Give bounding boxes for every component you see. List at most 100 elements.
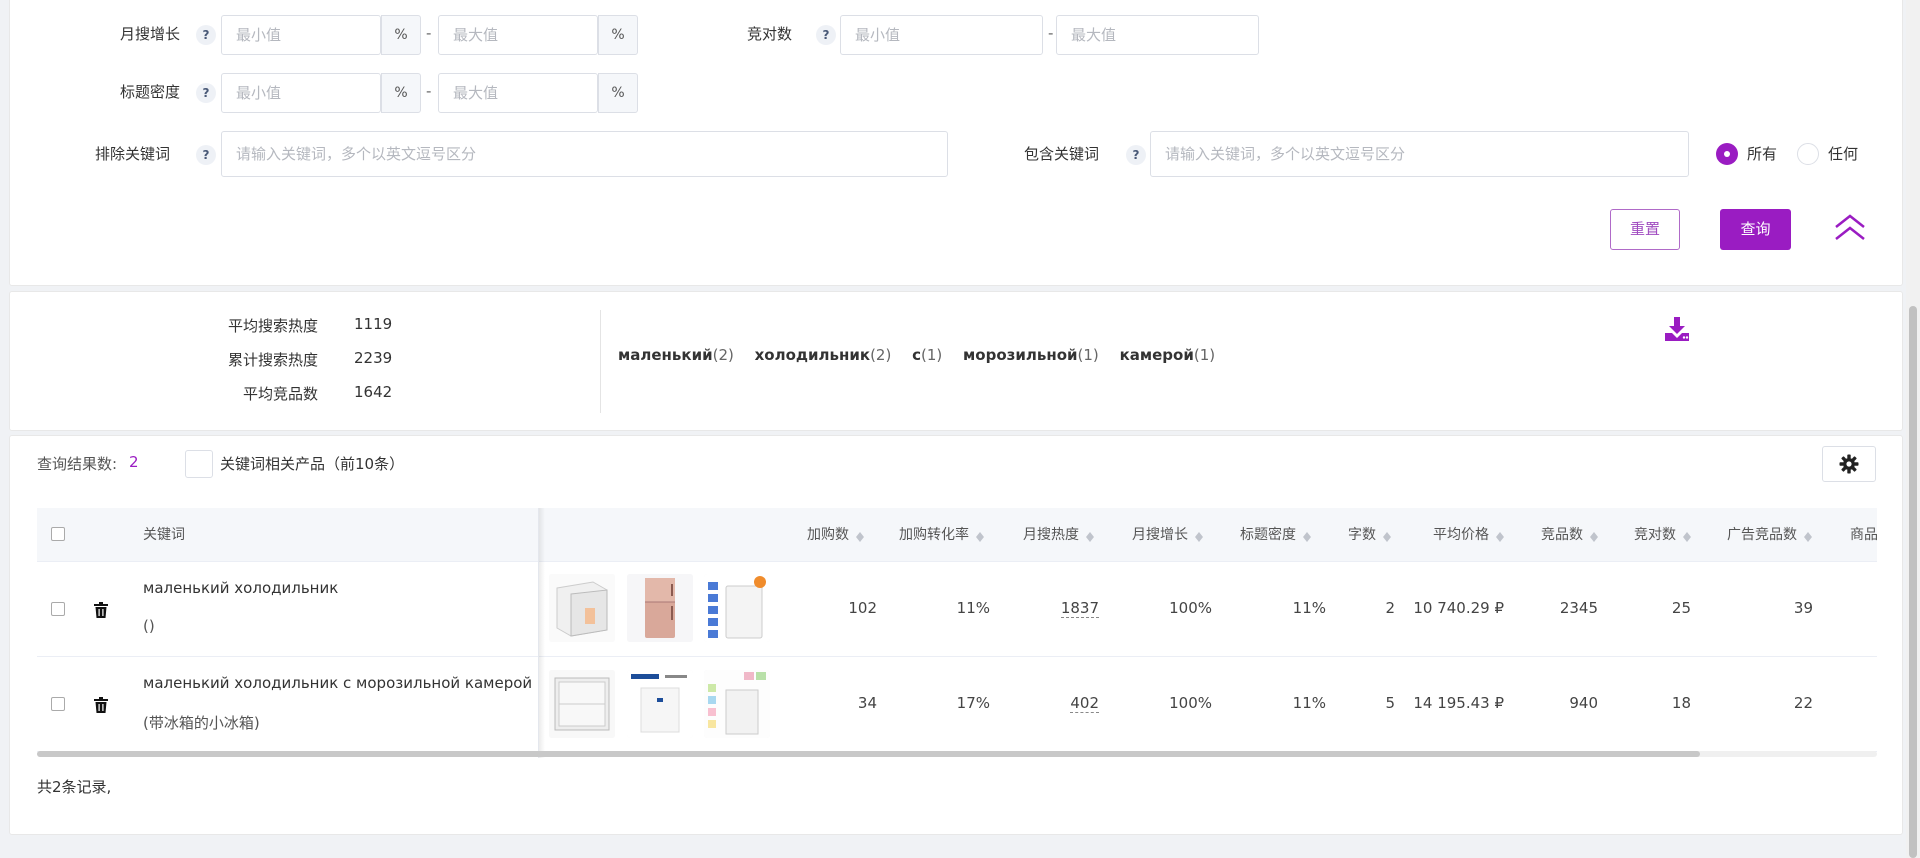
chevron-up-double-icon[interactable] — [1832, 213, 1868, 243]
keyword-translation: (带冰箱的小冰箱) — [143, 714, 260, 732]
col-rivals[interactable]: 竞对数 — [1634, 508, 1692, 562]
product-thumbnail[interactable] — [704, 574, 770, 642]
col-monthly-growth[interactable]: 月搜增长 — [1132, 508, 1204, 562]
word-cloud-count: (1) — [1193, 346, 1216, 364]
monthly-growth-max-input[interactable]: 最大值 — [438, 15, 598, 55]
help-icon[interactable]: ? — [196, 83, 216, 103]
word-cloud-word[interactable]: морозильной — [963, 346, 1078, 364]
select-all-checkbox[interactable] — [51, 527, 65, 541]
col-avg-price[interactable]: 平均价格 — [1433, 508, 1505, 562]
exclude-keywords-label: 排除关键词 — [95, 145, 171, 163]
scrollbar-thumb[interactable] — [1909, 306, 1917, 858]
word-cloud-count: (2) — [870, 346, 892, 364]
include-keywords-label: 包含关键词 — [1024, 145, 1100, 163]
col-add-to-cart[interactable]: 加购数 — [807, 508, 865, 562]
settings-button[interactable] — [1822, 446, 1876, 482]
exclude-keywords-input[interactable]: 请输入关键词，多个以英文逗号区分 — [221, 131, 948, 177]
keyword-text[interactable]: маленький холодильник с морозильной каме… — [143, 674, 532, 692]
monthly-heat-cell[interactable]: 402 — [1070, 694, 1099, 713]
col-label: 平均价格 — [1433, 527, 1489, 543]
help-icon[interactable]: ? — [196, 25, 216, 45]
reset-button[interactable]: 重置 — [1610, 209, 1680, 250]
sort-icon[interactable] — [1085, 528, 1095, 542]
keyword-text[interactable]: маленький холодильник — [143, 579, 338, 597]
sort-icon[interactable] — [975, 528, 985, 542]
product-thumbnail[interactable] — [549, 574, 615, 642]
monthly-heat-cell[interactable]: 1837 — [1060, 599, 1099, 618]
query-button[interactable]: 查询 — [1720, 209, 1791, 250]
competitors-cell: 940 — [1569, 694, 1598, 712]
col-product[interactable]: 商品可 — [1850, 508, 1877, 562]
monthly-growth-cell: 100% — [1169, 599, 1212, 617]
help-icon[interactable]: ? — [196, 145, 216, 165]
range-dash: - — [1048, 24, 1054, 42]
conversion-cell: 11% — [956, 599, 990, 617]
col-label: 月搜热度 — [1023, 527, 1079, 543]
match-all-label[interactable]: 所有 — [1747, 143, 1777, 164]
product-thumbnail[interactable] — [704, 670, 770, 738]
monthly-growth-min-input[interactable]: 最小值 — [221, 15, 381, 55]
title-density-cell: 11% — [1292, 599, 1326, 617]
table-horizontal-scrollbar[interactable] — [37, 751, 1877, 757]
word-count-cell: 5 — [1385, 694, 1395, 712]
related-products-label[interactable]: 关键词相关产品（前10条） — [220, 453, 404, 474]
sort-icon[interactable] — [1194, 528, 1204, 542]
word-cloud-word[interactable]: маленький — [618, 346, 713, 364]
sort-icon[interactable] — [1589, 528, 1599, 542]
trash-icon[interactable] — [94, 697, 108, 713]
keyword-table: 关键词 加购数 加购转化率 月搜热度 月搜增长 标题密度 字数 平均价格 竞品数… — [37, 508, 1877, 758]
col-conversion[interactable]: 加购转化率 — [899, 508, 985, 562]
result-count-label: 查询结果数: — [37, 455, 118, 473]
row-checkbox[interactable] — [51, 602, 65, 616]
match-any-label[interactable]: 任何 — [1828, 143, 1858, 164]
scrollbar-thumb[interactable] — [37, 751, 1700, 757]
rivals-cell: 18 — [1671, 694, 1691, 712]
title-density-max-input[interactable]: 最大值 — [438, 73, 598, 113]
sort-icon[interactable] — [1682, 528, 1692, 542]
col-word-count[interactable]: 字数 — [1348, 508, 1392, 562]
gear-icon — [1839, 454, 1859, 474]
word-cloud-count: (1) — [921, 346, 943, 364]
help-icon[interactable]: ? — [816, 25, 836, 45]
sort-icon[interactable] — [1495, 528, 1505, 542]
trash-icon[interactable] — [94, 602, 108, 618]
sort-icon[interactable] — [1382, 528, 1392, 542]
col-title-density[interactable]: 标题密度 — [1240, 508, 1312, 562]
ad-competitors-cell: 39 — [1793, 599, 1813, 617]
help-icon[interactable]: ? — [1126, 145, 1146, 165]
avg-competitors-value: 1642 — [354, 383, 393, 401]
col-competitors[interactable]: 竞品数 — [1541, 508, 1599, 562]
competitor-count-max-input[interactable]: 最大值 — [1056, 15, 1259, 55]
download-icon[interactable] — [1663, 315, 1691, 343]
competitor-count-min-input[interactable]: 最小值 — [840, 15, 1043, 55]
col-monthly-heat[interactable]: 月搜热度 — [1023, 508, 1095, 562]
word-cloud-word[interactable]: с — [912, 346, 921, 364]
sort-icon[interactable] — [855, 528, 865, 542]
product-thumbnail[interactable] — [627, 670, 693, 738]
avg-competitors-label: 平均竞品数 — [242, 385, 318, 403]
sort-icon[interactable] — [1803, 528, 1813, 542]
col-ad-competitors[interactable]: 广告竞品数 — [1727, 508, 1813, 562]
match-any-radio[interactable] — [1797, 143, 1819, 165]
total-search-heat-value: 2239 — [354, 349, 393, 367]
word-cloud-word[interactable]: камерой — [1120, 346, 1194, 364]
avg-price-cell: 14 195.43 ₽ — [1413, 694, 1504, 712]
word-count-cell: 2 — [1385, 599, 1395, 617]
row-checkbox[interactable] — [51, 697, 65, 711]
product-thumbnail[interactable] — [549, 670, 615, 738]
add-to-cart-cell: 102 — [848, 599, 877, 617]
match-all-radio[interactable] — [1716, 143, 1738, 165]
page-vertical-scrollbar[interactable] — [1906, 0, 1920, 858]
related-products-checkbox[interactable] — [185, 450, 213, 478]
summary-panel: 平均搜索热度 1119 累计搜索热度 2239 平均竞品数 1642 мален… — [9, 291, 1903, 431]
conversion-cell: 17% — [956, 694, 990, 712]
monthly-growth-label: 月搜增长 — [120, 25, 181, 43]
word-cloud-word[interactable]: холодильник — [755, 346, 870, 364]
sort-icon[interactable] — [1302, 528, 1312, 542]
title-density-min-input[interactable]: 最小值 — [221, 73, 381, 113]
total-search-heat-label: 累计搜索热度 — [227, 351, 318, 369]
include-keywords-input[interactable]: 请输入关键词，多个以英文逗号区分 — [1150, 131, 1689, 177]
competitors-cell: 2345 — [1559, 599, 1598, 617]
col-label: 标题密度 — [1240, 527, 1296, 543]
product-thumbnail[interactable] — [627, 574, 693, 642]
